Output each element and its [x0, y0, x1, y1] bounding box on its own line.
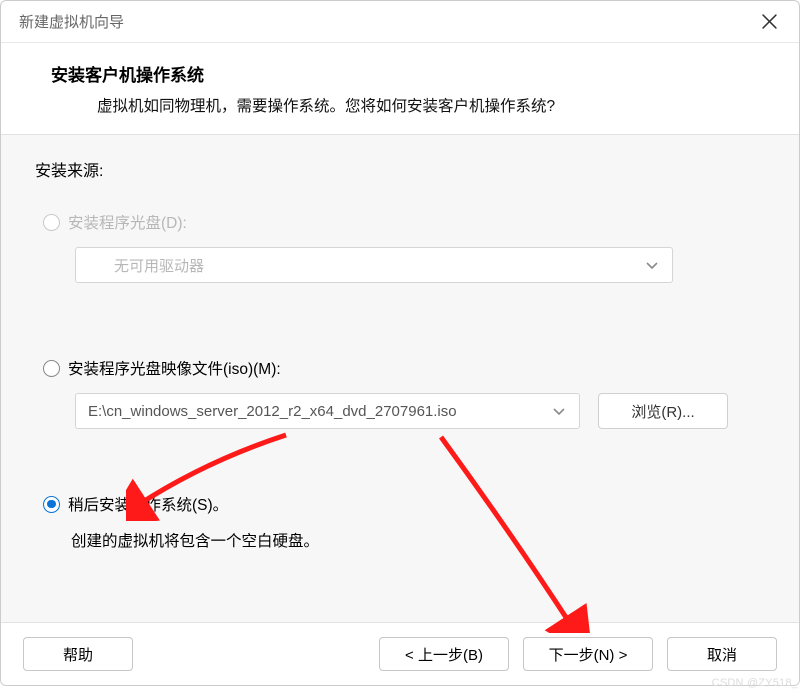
help-button-label: 帮助 [63, 644, 93, 665]
disc-drive-dropdown: 无可用驱动器 [75, 247, 673, 283]
wizard-header-desc: 虚拟机如同物理机，需要操作系统。您将如何安装客户机操作系统? [51, 94, 781, 116]
back-button[interactable]: < 上一步(B) [379, 637, 509, 671]
new-vm-wizard-dialog: 新建虚拟机向导 安装客户机操作系统 虚拟机如同物理机，需要操作系统。您将如何安装… [0, 0, 800, 686]
watermark: CSDN @ZY518_ [712, 677, 798, 689]
chevron-down-icon [553, 403, 565, 420]
option-iso-radio[interactable] [43, 360, 60, 377]
disc-drive-dropdown-value: 无可用驱动器 [114, 255, 204, 276]
option-later-label: 稍后安装操作系统(S)。 [68, 493, 228, 515]
wizard-footer: 帮助 < 上一步(B) 下一步(N) > 取消 [1, 623, 799, 685]
cancel-button-label: 取消 [707, 644, 737, 665]
titlebar: 新建虚拟机向导 [1, 1, 799, 43]
close-button[interactable] [743, 2, 795, 42]
browse-button-label: 浏览(R)... [631, 401, 694, 422]
option-later-row[interactable]: 稍后安装操作系统(S)。 [43, 493, 765, 515]
wizard-body: 安装来源: 安装程序光盘(D): 无可用驱动器 安装程序光盘映像文件(iso)(… [1, 135, 799, 623]
iso-path-dropdown[interactable]: E:\cn_windows_server_2012_r2_x64_dvd_270… [75, 393, 580, 429]
install-source-label: 安装来源: [35, 157, 765, 181]
next-button-label: 下一步(N) > [549, 644, 628, 665]
option-later-radio[interactable] [43, 496, 60, 513]
iso-path-value: E:\cn_windows_server_2012_r2_x64_dvd_270… [88, 403, 457, 420]
wizard-header: 安装客户机操作系统 虚拟机如同物理机，需要操作系统。您将如何安装客户机操作系统? [1, 43, 799, 135]
next-button[interactable]: 下一步(N) > [523, 637, 653, 671]
help-button[interactable]: 帮助 [23, 637, 133, 671]
wizard-header-title: 安装客户机操作系统 [51, 61, 781, 86]
option-iso-label: 安装程序光盘映像文件(iso)(M): [68, 357, 281, 379]
back-button-label: < 上一步(B) [405, 644, 483, 665]
option-disc-radio [43, 214, 60, 231]
browse-button[interactable]: 浏览(R)... [598, 393, 728, 429]
option-disc-label: 安装程序光盘(D): [68, 211, 187, 233]
chevron-down-icon [646, 257, 658, 274]
close-icon [762, 14, 777, 29]
dialog-title: 新建虚拟机向导 [19, 11, 124, 32]
option-iso-row[interactable]: 安装程序光盘映像文件(iso)(M): [43, 357, 765, 379]
option-later-desc: 创建的虚拟机将包含一个空白硬盘。 [71, 529, 765, 551]
cancel-button[interactable]: 取消 [667, 637, 777, 671]
option-disc-row: 安装程序光盘(D): [43, 211, 765, 233]
